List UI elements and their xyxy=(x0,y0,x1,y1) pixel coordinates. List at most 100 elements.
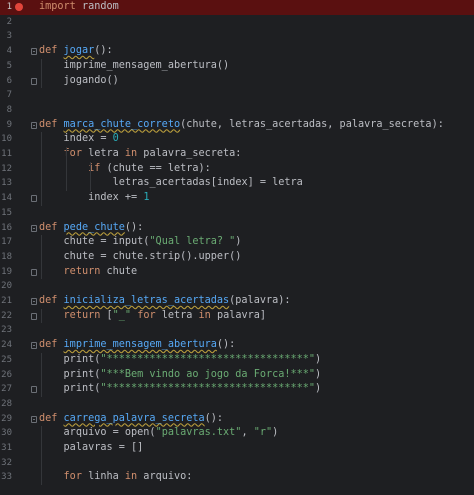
code-line[interactable]: 28 xyxy=(0,397,474,412)
line-number[interactable]: 30 xyxy=(0,426,12,441)
line-number[interactable]: 16 xyxy=(0,221,12,236)
code-line[interactable]: 5 imprime_mensagem_abertura() xyxy=(0,59,474,74)
fold-marker-icon[interactable] xyxy=(31,224,37,232)
line-number[interactable]: 32 xyxy=(0,456,12,471)
code-line[interactable]: 19 return chute xyxy=(0,265,474,280)
code-line[interactable]: 9 def marca_chute_correto(chute, letras_a… xyxy=(0,118,474,133)
code-text: for letra in palavra_secreta: xyxy=(64,147,242,162)
code-line[interactable]: 23 xyxy=(0,323,474,338)
code-line[interactable]: 4 def jogar(): xyxy=(0,44,474,59)
line-number[interactable]: 24 xyxy=(0,338,12,353)
fold-marker-icon[interactable] xyxy=(31,415,37,423)
code-token: letra xyxy=(81,148,125,159)
code-line[interactable]: 2 xyxy=(0,15,474,30)
line-number[interactable]: 18 xyxy=(0,250,12,265)
code-line[interactable]: 21 def inicializa_letras_acertadas(palavr… xyxy=(0,294,474,309)
code-line[interactable]: 22 return ["_" for letra in palavra] xyxy=(0,309,474,324)
code-editor[interactable]: 1 import random 2 3 4 def jogar(): 5 imprime_me… xyxy=(0,0,474,495)
line-number[interactable]: 15 xyxy=(0,206,12,221)
line-number[interactable]: 6 xyxy=(0,74,12,89)
line-number[interactable]: 20 xyxy=(0,279,12,294)
line-number[interactable]: 19 xyxy=(0,265,12,280)
code-line[interactable]: 7 xyxy=(0,88,474,103)
line-number[interactable]: 3 xyxy=(0,29,12,44)
code-line[interactable]: 27 print("*******************************… xyxy=(0,382,474,397)
code-token: random xyxy=(75,1,119,12)
code-line[interactable]: 16 def pede_chute(): xyxy=(0,221,474,236)
line-number[interactable]: 21 xyxy=(0,294,12,309)
code-line[interactable]: 33 for linha in arquivo: xyxy=(0,470,474,485)
indent-guide xyxy=(41,352,42,397)
code-line[interactable]: 13 letras_acertadas[index] = letra xyxy=(0,176,474,191)
line-number[interactable]: 26 xyxy=(0,368,12,383)
code-token: palavras = [] xyxy=(63,442,144,453)
line-number[interactable]: 33 xyxy=(0,470,12,485)
fold-marker-icon[interactable] xyxy=(31,77,37,85)
line-number[interactable]: 12 xyxy=(0,162,12,177)
code-token: , xyxy=(241,427,254,439)
code-token: marca_chute_correto xyxy=(63,118,181,130)
fold-marker-icon[interactable] xyxy=(31,195,37,203)
code-token: jogando() xyxy=(63,74,119,86)
fold-marker-icon[interactable] xyxy=(31,298,37,305)
breakpoint-icon[interactable] xyxy=(15,3,23,11)
fold-marker-icon[interactable] xyxy=(31,48,37,56)
code-line[interactable]: 24 def imprime_mensagem_abertura(): xyxy=(0,338,474,353)
line-number[interactable]: 4 xyxy=(0,44,12,59)
code-token: "_" xyxy=(112,309,132,321)
fold-marker-icon[interactable] xyxy=(31,121,37,129)
code-line[interactable]: 8 xyxy=(0,103,474,118)
code-line[interactable]: 14 index += 1 xyxy=(0,191,474,206)
code-line[interactable]: 10 index = 0 xyxy=(0,132,474,147)
indent-guide xyxy=(41,235,42,280)
code-line[interactable]: 3 xyxy=(0,29,474,44)
code-line[interactable]: 15 xyxy=(0,206,474,221)
fold-marker-icon[interactable] xyxy=(31,312,37,320)
code-text: index = 0 xyxy=(64,132,119,147)
code-line[interactable]: 12 if (chute == letra): xyxy=(0,162,474,177)
code-line[interactable]: 11 for letra in palavra_secreta: xyxy=(0,147,474,162)
line-number[interactable]: 25 xyxy=(0,353,12,368)
code-line[interactable]: 17 chute = input("Qual letra? ") xyxy=(0,235,474,250)
line-number[interactable]: 13 xyxy=(0,176,12,191)
code-token: arquivo: xyxy=(137,471,193,483)
code-line[interactable]: 32 xyxy=(0,456,474,471)
code-line[interactable]: 6 jogando() xyxy=(0,74,474,89)
line-number[interactable]: 14 xyxy=(0,191,12,206)
fold-marker-icon[interactable] xyxy=(31,268,37,276)
code-token: print( xyxy=(63,368,101,380)
code-token: (): xyxy=(94,45,113,57)
code-token: palavra] xyxy=(210,309,267,321)
line-number[interactable]: 1 xyxy=(0,0,12,15)
line-number[interactable]: 7 xyxy=(0,88,12,103)
code-line[interactable]: 18 chute = chute.strip().upper() xyxy=(0,250,474,265)
code-line[interactable]: 25 print("*******************************… xyxy=(0,353,474,368)
code-token: def xyxy=(39,295,58,306)
line-number[interactable]: 10 xyxy=(0,132,12,147)
code-line[interactable]: 31 palavras = [] xyxy=(0,441,474,456)
line-number[interactable]: 8 xyxy=(0,103,12,118)
fold-marker-icon[interactable] xyxy=(31,342,37,350)
code-line[interactable]: 26 print("***Bem vindo ao jogo da Forca!*… xyxy=(0,368,474,383)
line-number[interactable]: 28 xyxy=(0,397,12,412)
code-line[interactable]: 1 import random xyxy=(0,0,474,15)
line-number[interactable]: 27 xyxy=(0,382,12,397)
code-line[interactable]: 20 xyxy=(0,279,474,294)
code-token: "Qual letra? " xyxy=(149,236,236,248)
line-number[interactable]: 2 xyxy=(0,15,12,30)
line-number[interactable]: 5 xyxy=(0,59,12,74)
fold-marker-icon[interactable] xyxy=(31,386,37,394)
line-number[interactable]: 23 xyxy=(0,323,12,338)
code-line[interactable]: 30 arquivo = open("palavras.txt", "r") xyxy=(0,426,474,441)
code-text: print("***Bem vindo ao jogo da Forca!***… xyxy=(64,368,322,383)
code-line[interactable]: 29 def carrega_palavra_secreta(): xyxy=(0,412,474,427)
line-number[interactable]: 17 xyxy=(0,235,12,250)
line-number[interactable]: 31 xyxy=(0,441,12,456)
code-text: index += 1 xyxy=(88,191,149,206)
line-number[interactable]: 22 xyxy=(0,309,12,324)
line-number[interactable]: 29 xyxy=(0,412,12,427)
code-text: if (chute == letra): xyxy=(88,162,211,177)
line-number[interactable]: 9 xyxy=(0,118,12,133)
code-token: import xyxy=(39,1,76,12)
line-number[interactable]: 11 xyxy=(0,147,12,162)
